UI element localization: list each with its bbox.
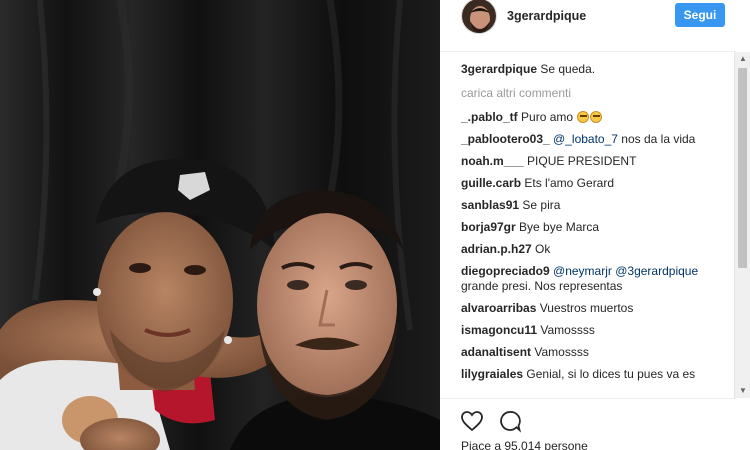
- comment-bubble-icon[interactable]: [498, 409, 522, 433]
- load-more-comments-link[interactable]: carica altri commenti: [461, 86, 731, 101]
- comments-list: 3gerardpique Se queda. carica altri comm…: [461, 62, 731, 398]
- avatar-image: [462, 0, 496, 33]
- caption-text: Se queda.: [540, 62, 596, 76]
- smiling-face-emoji-icon: [590, 111, 603, 123]
- comment-row: _.pablo_tf Puro amo: [461, 110, 731, 125]
- scroll-down-arrow-icon[interactable]: ▼: [735, 384, 750, 398]
- selfie-image: [0, 0, 440, 450]
- comment-username[interactable]: alvaroarribas: [461, 301, 536, 315]
- comment-row: alvaroarribas Vuestros muertos: [461, 301, 731, 316]
- comment-username[interactable]: noah.m___: [461, 154, 524, 168]
- scroll-up-arrow-icon[interactable]: ▲: [735, 52, 750, 66]
- comment-text: Vuestros muertos: [539, 301, 634, 315]
- post-side-panel: 3gerardpique Segui 3gerardpique Se queda…: [440, 0, 750, 450]
- comments-scrollbar[interactable]: ▲ ▼: [734, 52, 750, 398]
- post-header: 3gerardpique Segui: [440, 0, 736, 52]
- comment-row: adrian.p.h27 Ok: [461, 242, 731, 257]
- comment-row: guille.carb Ets l'amo Gerard: [461, 176, 731, 191]
- comment-row: _pablootero03_ @_lobato_7 nos da la vida: [461, 132, 731, 147]
- comment-username[interactable]: diegopreciado9: [461, 264, 550, 278]
- comment-mention[interactable]: @_lobato_7: [553, 132, 618, 146]
- comment-username[interactable]: ismagoncu11: [461, 323, 537, 337]
- comment-text: PIQUE PRESIDENT: [527, 154, 637, 168]
- comment-username[interactable]: borja97gr: [461, 220, 516, 234]
- comment-text: nos da la vida: [621, 132, 696, 146]
- comment-text: Bye bye Marca: [519, 220, 600, 234]
- comment-username[interactable]: adanaltisent: [461, 345, 531, 359]
- comment-row: sanblas91 Se pira: [461, 198, 731, 213]
- comment-username[interactable]: lilygraiales: [461, 367, 523, 381]
- comment-text: Vamossss: [540, 323, 595, 337]
- comment-text: Ok: [535, 242, 551, 256]
- post-photo: [0, 0, 440, 450]
- heart-icon[interactable]: [460, 409, 484, 433]
- comment-text: Se pira: [522, 198, 561, 212]
- comment-text: Vamossss: [534, 345, 589, 359]
- comment-username[interactable]: adrian.p.h27: [461, 242, 532, 256]
- post-username[interactable]: 3gerardpique: [507, 9, 586, 23]
- comment-row: diegopreciado9 @neymarjr @3gerardpique g…: [461, 264, 731, 294]
- comment-row: noah.m___ PIQUE PRESIDENT: [461, 154, 731, 169]
- likes-count[interactable]: Piace a 95.014 persone: [461, 439, 588, 450]
- comment-text: grande presi. Nos representas: [461, 279, 623, 293]
- avatar[interactable]: [461, 0, 497, 34]
- comment-username[interactable]: _.pablo_tf: [461, 110, 518, 124]
- comment-row: borja97gr Bye bye Marca: [461, 220, 731, 235]
- post-actions: Piace a 95.014 persone: [440, 398, 736, 450]
- comment-row: ismagoncu11 Vamossss: [461, 323, 731, 338]
- scrollbar-thumb[interactable]: [738, 68, 747, 268]
- comment-mention[interactable]: @neymarjr @3gerardpique: [553, 264, 698, 278]
- comment-username[interactable]: sanblas91: [461, 198, 519, 212]
- comment-text: Ets l'amo Gerard: [524, 176, 615, 190]
- smiling-face-emoji-icon: [577, 111, 590, 123]
- post-caption: 3gerardpique Se queda.: [461, 62, 731, 77]
- follow-button[interactable]: Segui: [675, 3, 725, 27]
- comment-row: adanaltisent Vamossss: [461, 345, 731, 360]
- comment-row: lilygraiales Genial, si lo dices tu pues…: [461, 367, 731, 382]
- comment-text: Puro amo: [521, 110, 574, 124]
- comment-text: Genial, si lo dices tu pues va es: [526, 367, 696, 381]
- comment-username[interactable]: _pablootero03_: [461, 132, 550, 146]
- comment-username[interactable]: guille.carb: [461, 176, 521, 190]
- caption-username[interactable]: 3gerardpique: [461, 62, 537, 76]
